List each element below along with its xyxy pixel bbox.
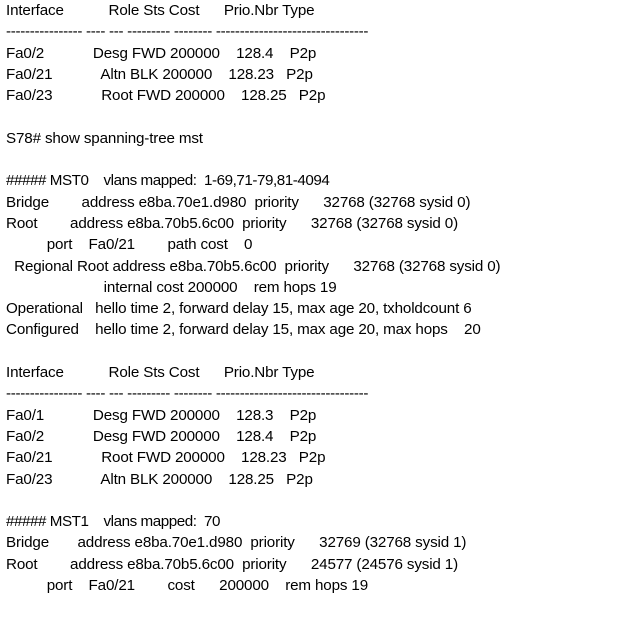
table-row: Fa0/21 Altn BLK 200000 128.23 P2p: [6, 65, 313, 83]
mst1-port-cost-line: port Fa0/21 cost 200000 rem hops 19: [6, 577, 368, 595]
mst1-bridge-line: Bridge address e8ba.70e1.d980 priority 3…: [6, 534, 467, 552]
mst0-configured-line: Configured hello time 2, forward delay 1…: [6, 321, 481, 339]
command-prompt-line: S78# show spanning-tree mst: [6, 129, 203, 147]
mst0-bridge-line: Bridge address e8ba.70e1.d980 priority 3…: [6, 193, 471, 211]
table-header-row: Interface Role Sts Cost Prio.Nbr Type: [6, 364, 315, 382]
table-row: Fa0/2 Desg FWD 200000 128.4 P2p: [6, 427, 317, 445]
terminal-output[interactable]: Interface Role Sts Cost Prio.Nbr Type --…: [0, 0, 635, 618]
mst0-header-line: ##### MST0 vlans mapped: 1-69,71-79,81-4…: [6, 172, 330, 190]
table-separator-row: ---------------- ---- --- --------- ----…: [6, 385, 369, 403]
mst0-regional-root-line: Regional Root address e8ba.70b5.6c00 pri…: [6, 257, 501, 275]
mst1-root-line: Root address e8ba.70b5.6c00 priority 245…: [6, 555, 458, 573]
table-header-row: Interface Role Sts Cost Prio.Nbr Type: [6, 2, 315, 19]
table-row: Fa0/2 Desg FWD 200000 128.4 P2p: [6, 44, 317, 62]
mst0-root-line: Root address e8ba.70b5.6c00 priority 327…: [6, 214, 458, 232]
mst0-port-pathcost-line: port Fa0/21 path cost 0: [6, 236, 253, 254]
table-row: Fa0/23 Altn BLK 200000 128.25 P2p: [6, 470, 313, 488]
table-row: Fa0/21 Root FWD 200000 128.23 P2p: [6, 449, 326, 467]
table-separator-row: ---------------- ---- --- --------- ----…: [6, 23, 369, 41]
table-row: Fa0/1 Desg FWD 200000 128.3 P2p: [6, 406, 317, 424]
table-row: Fa0/23 Root FWD 200000 128.25 P2p: [6, 87, 326, 105]
mst0-operational-line: Operational hello time 2, forward delay …: [6, 300, 472, 318]
mst0-internal-cost-line: internal cost 200000 rem hops 19: [6, 278, 337, 296]
mst1-header-line: ##### MST1 vlans mapped: 70: [6, 513, 220, 531]
